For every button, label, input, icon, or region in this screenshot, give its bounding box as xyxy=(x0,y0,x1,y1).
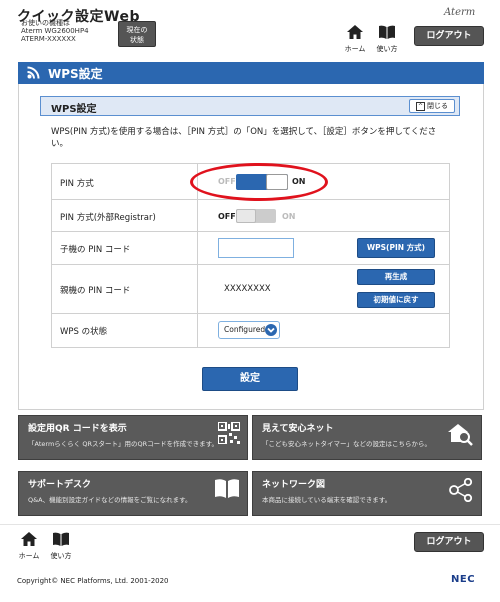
copyright: Copyright© NEC Platforms, Ltd. 2001-2020 xyxy=(17,577,169,585)
regenerate-button[interactable]: 再生成 xyxy=(357,269,435,285)
wifi-icon xyxy=(27,66,40,79)
nec-logo: NEC xyxy=(451,574,476,585)
device-label: お使いの機種は xyxy=(21,19,70,27)
book-icon xyxy=(215,479,239,498)
book-icon xyxy=(379,25,395,39)
section-description: WPS(PIN 方式)を使用する場合は、［PIN 方式］の「ON」を選択して、［… xyxy=(51,127,437,149)
device-serial: ATERM-XXXXXX xyxy=(21,35,76,43)
tile-network-map[interactable]: ネットワーク図 本商品に接続している端末を確認できます。 xyxy=(252,471,482,516)
toggle-knob xyxy=(236,209,256,223)
highlight-circle xyxy=(190,163,328,201)
footer-nav: ホーム 使い方 ログアウト xyxy=(0,524,500,564)
page-title: WPS設定 xyxy=(48,67,103,81)
pin-method-external-toggle[interactable]: OFF ON xyxy=(218,208,328,224)
parent-pin-value: XXXXXXXX xyxy=(224,284,271,294)
header-help-link[interactable]: 使い方 xyxy=(374,24,400,54)
row-child-pin: 子機の PIN コード WPS(PIN 方式) xyxy=(52,232,449,265)
chevron-down-icon xyxy=(265,324,277,336)
section-title: WPS設定 xyxy=(51,104,97,115)
network-icon xyxy=(449,478,473,502)
page-title-bar: WPS設定 xyxy=(18,62,484,84)
tile-support-desk[interactable]: サポートデスク Q&A、機能別設定ガイドなどの情報をご覧になれます。 xyxy=(18,471,248,516)
header-home-link[interactable]: ホーム xyxy=(342,24,368,54)
row-pin-method-external: PIN 方式(外部Registrar) OFF ON xyxy=(52,200,449,232)
current-status-button[interactable]: 現在の 状態 xyxy=(118,21,156,47)
wps-pin-button[interactable]: WPS(PIN 方式) xyxy=(357,238,435,258)
home-icon xyxy=(347,25,363,39)
section-header: WPS設定 ^ 閉じる xyxy=(40,96,460,116)
row-parent-pin: 親機の PIN コード XXXXXXXX 再生成 初期値に戻す xyxy=(52,265,449,314)
tile-mieru-anshin[interactable]: 見えて安心ネット 「こども安心ネットタイマー」などの設定はこちらから。 xyxy=(252,415,482,460)
header-logout-button[interactable]: ログアウト xyxy=(414,26,484,46)
device-model: Aterm WG2600HP4 xyxy=(21,27,89,35)
collapse-button[interactable]: ^ 閉じる xyxy=(409,99,455,113)
home-search-icon xyxy=(448,424,473,446)
header: クイック設定Web お使いの機種は Aterm WG2600HP4 ATERM-… xyxy=(0,0,500,57)
footer-logout-button[interactable]: ログアウト xyxy=(414,532,484,552)
qr-code-icon xyxy=(218,422,240,444)
child-pin-input[interactable] xyxy=(218,238,294,258)
tile-qr-code[interactable]: 設定用QR コードを表示 「Atermらくらく QRスタート」用のQRコードを作… xyxy=(18,415,248,460)
wps-status-select[interactable]: Configured xyxy=(218,321,280,339)
footer-help-link[interactable]: 使い方 xyxy=(48,531,74,561)
footer-home-link[interactable]: ホーム xyxy=(16,531,42,561)
aterm-logo: Aterm xyxy=(444,7,476,18)
row-wps-status: WPS の状態 Configured xyxy=(52,314,449,348)
apply-button[interactable]: 設定 xyxy=(202,367,298,391)
chevron-up-icon: ^ xyxy=(416,101,425,111)
home-icon xyxy=(21,532,37,546)
book-icon xyxy=(53,532,69,546)
reset-default-button[interactable]: 初期値に戻す xyxy=(357,292,435,308)
